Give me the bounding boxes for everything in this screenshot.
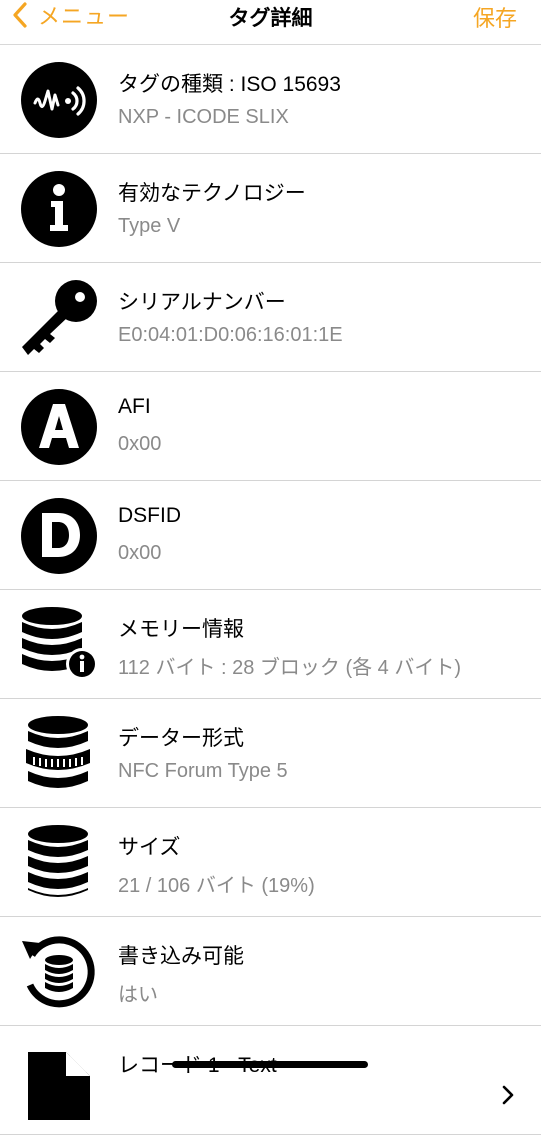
list-item-tag-type: タグの種類 : ISO 15693 NXP - ICODE SLIX xyxy=(0,45,541,154)
database-info-icon xyxy=(20,606,98,684)
row-value: NXP - ICODE SLIX xyxy=(118,106,289,128)
row-value: 21 / 106 バイト (19%) xyxy=(118,875,315,897)
tag-details-list: タグの種類 : ISO 15693 NXP - ICODE SLIX 有効なテク… xyxy=(0,45,541,1135)
letter-d-icon xyxy=(20,497,98,575)
row-value: 0x00 xyxy=(118,542,162,564)
document-icon xyxy=(20,1042,98,1120)
row-title: AFI xyxy=(118,395,151,418)
home-indicator xyxy=(172,1061,368,1068)
database-format-icon xyxy=(20,715,98,793)
row-value: E0:04:01:D0:06:16:01:1E xyxy=(118,324,343,346)
letter-a-icon xyxy=(20,388,98,466)
list-item-dsfid: DSFID 0x00 xyxy=(0,481,541,590)
list-item-technology: 有効なテクノロジー Type V xyxy=(0,154,541,263)
row-value: はい xyxy=(118,984,158,1006)
row-value: NFC Forum Type 5 xyxy=(118,760,288,782)
row-title: DSFID xyxy=(118,504,181,527)
row-value: 0x00 xyxy=(118,433,162,455)
list-item-size: サイズ 21 / 106 バイト (19%) xyxy=(0,808,541,917)
save-button[interactable]: 保存 xyxy=(473,1,517,33)
list-item-afi: AFI 0x00 xyxy=(0,372,541,481)
list-item-record-1[interactable]: レコード 1 - Text xyxy=(0,1026,541,1135)
page-title: タグ詳細 xyxy=(228,7,313,30)
row-title: 有効なテクノロジー xyxy=(118,182,306,205)
info-icon xyxy=(20,170,98,248)
row-value: 112 バイト : 28 ブロック (各 4 バイト) xyxy=(118,657,462,679)
row-title: シリアルナンバー xyxy=(118,291,286,314)
database-icon xyxy=(20,824,98,902)
row-title: データー形式 xyxy=(118,727,244,750)
row-title: サイズ xyxy=(118,836,181,859)
row-value: Type V xyxy=(118,215,181,237)
list-item-serial-number: シリアルナンバー E0:04:01:D0:06:16:01:1E xyxy=(0,263,541,372)
list-item-data-format: データー形式 NFC Forum Type 5 xyxy=(0,699,541,808)
navigation-bar: メニュー タグ詳細 保存 xyxy=(0,0,541,45)
row-title: メモリー情報 xyxy=(118,618,244,641)
row-title: 書き込み可能 xyxy=(118,945,244,968)
database-refresh-icon xyxy=(20,933,98,1011)
list-item-memory-info: メモリー情報 112 バイト : 28 ブロック (各 4 バイト) xyxy=(0,590,541,699)
list-item-writable: 書き込み可能 はい xyxy=(0,917,541,1026)
nfc-signal-icon xyxy=(20,61,98,139)
key-icon xyxy=(20,279,98,357)
chevron-right-icon xyxy=(502,1085,514,1105)
row-title: タグの種類 : ISO 15693 xyxy=(118,73,341,96)
